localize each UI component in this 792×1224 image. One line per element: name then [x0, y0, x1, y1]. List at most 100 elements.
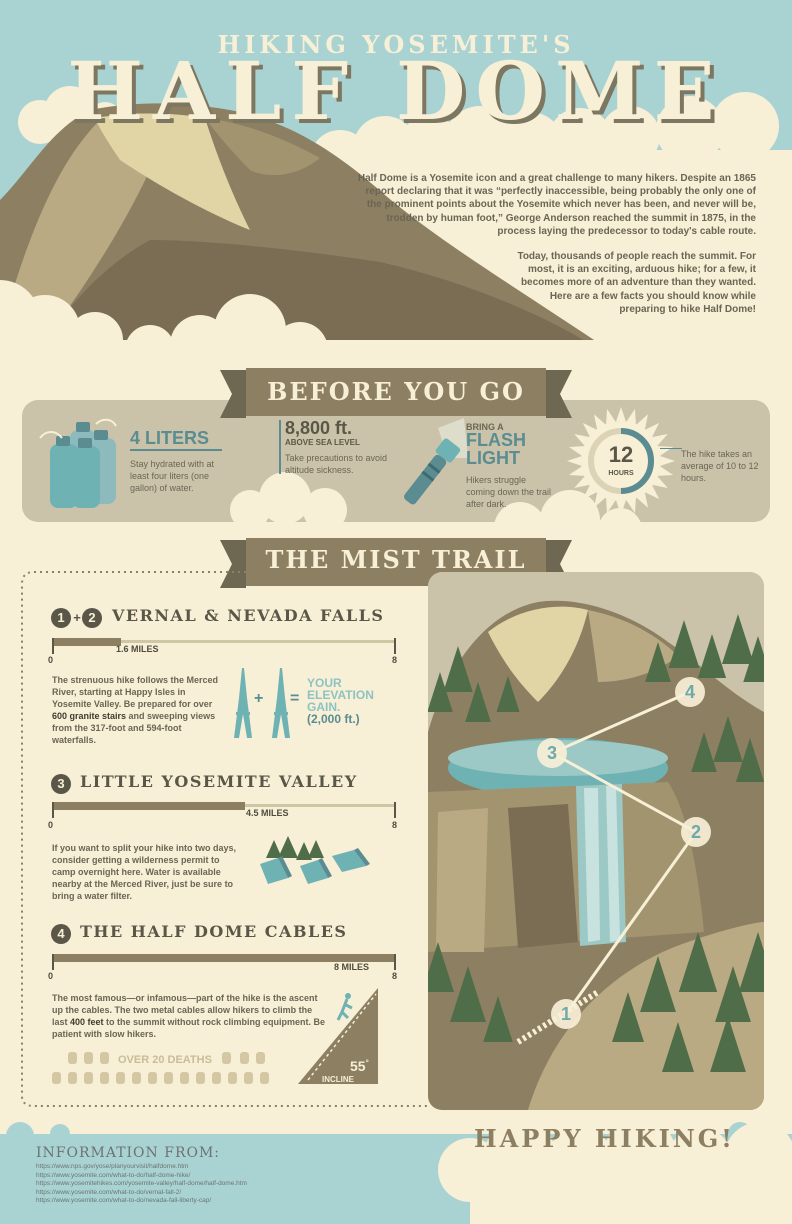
sun-ray — [616, 500, 626, 515]
section-1-scale-max: 8 — [392, 655, 398, 665]
section-3-tick-end — [394, 954, 396, 970]
source-link[interactable]: https://www.yosemitehikes.com/yosemite-v… — [36, 1180, 396, 1189]
source-link[interactable]: https://www.yosemite.com/what-to-do/half… — [36, 1172, 396, 1181]
flashlight-icon — [404, 418, 468, 505]
section-1-text-a: The strenuous hike follows the Merced Ri… — [52, 675, 219, 709]
sources-list: https://www.nps.gov/yose/planyourvisit/h… — [36, 1163, 396, 1206]
section-1-text: The strenuous hike follows the Merced Ri… — [52, 674, 227, 746]
section-3-scale-max: 8 — [392, 971, 398, 981]
sun-ray — [626, 498, 636, 514]
section-1-tick-start — [52, 638, 54, 654]
deaths-label: OVER 20 DEATHS — [118, 1054, 212, 1066]
before-you-go-banner: BEFORE YOU GO — [267, 377, 525, 406]
altitude-sub: ABOVE SEA LEVEL — [285, 438, 360, 447]
sun-ray — [606, 408, 616, 424]
flashlight-title-1: FLASH — [466, 430, 526, 450]
section-1-tick-end — [394, 638, 396, 654]
hours-value: 12 — [608, 442, 634, 467]
hours-leader-line — [660, 448, 682, 449]
section-1-number-a: 1 — [57, 610, 65, 625]
trail-marker-label: 3 — [547, 743, 557, 763]
sun-ray — [567, 456, 582, 466]
tombstone — [180, 1072, 189, 1084]
sun-ray — [568, 446, 584, 456]
incline-value: 55° — [350, 1058, 369, 1074]
intro-text: Half Dome is a Yosemite icon and a great… — [352, 172, 756, 328]
section-3-text-highlight: 400 feet — [70, 1017, 104, 1027]
section-3-title: THE HALF DOME CABLES — [80, 922, 348, 941]
tombstone — [148, 1072, 157, 1084]
trail-marker: 2 — [681, 817, 711, 847]
trail-marker-label: 1 — [561, 1004, 571, 1024]
hours-unit: HOURS — [608, 470, 634, 477]
water-bottles-icon — [39, 418, 117, 508]
section-3-bar-fill — [52, 954, 396, 962]
trail-marker: 4 — [675, 677, 705, 707]
section-2-distance-bar — [52, 802, 396, 818]
section-1-title: VERNAL & NEVADA FALLS — [112, 606, 385, 625]
tombstone — [260, 1072, 269, 1084]
tombstone — [84, 1072, 93, 1084]
water-divider — [130, 449, 222, 451]
infographic-page: HIKING YOSEMITE'S HALF DOME Half Dome is… — [0, 0, 792, 1224]
water-title: 4 LITERS — [130, 428, 210, 448]
section-2-number: 3 — [57, 776, 65, 791]
elevation-equals: = — [290, 690, 300, 707]
altitude-divider — [279, 420, 281, 474]
happy-hiking: HAPPY HIKING! — [474, 1124, 735, 1153]
section-2-tick-start — [52, 802, 54, 818]
source-link[interactable]: https://www.yosemite.com/what-to-do/vern… — [36, 1189, 396, 1198]
incline-degree: ° — [365, 1058, 369, 1068]
tombstone — [52, 1072, 61, 1084]
elevation-line-4: (2,000 ft.) — [307, 712, 360, 726]
sun-ray — [616, 407, 626, 422]
section-3-number: 4 — [57, 926, 65, 941]
altitude-value: 8,800 ft. — [285, 418, 353, 438]
section-1-miles: 1.6 MILES — [116, 644, 159, 654]
incline-number: 55 — [350, 1058, 366, 1074]
sun-ray — [626, 408, 636, 424]
sun-ray — [606, 498, 616, 514]
source-link[interactable]: https://www.nps.gov/yose/planyourvisit/h… — [36, 1163, 396, 1172]
section-1-scale-min: 0 — [48, 655, 54, 665]
trail-marker-label: 2 — [691, 822, 701, 842]
section-3-scale-min: 0 — [48, 971, 54, 981]
sun-ray — [658, 466, 674, 476]
tombstone — [228, 1072, 237, 1084]
water-text: Stay hydrated with at least four liters … — [130, 459, 215, 493]
sources-title: INFORMATION FROM: — [36, 1145, 221, 1161]
section-2-tick-end — [394, 802, 396, 818]
header-title: HALF DOME — [67, 44, 725, 138]
sun-ray — [660, 456, 675, 466]
tombstone — [100, 1072, 109, 1084]
elevation-plus: + — [254, 690, 264, 707]
source-link[interactable]: https://www.yosemite.com/what-to-do/neva… — [36, 1197, 396, 1206]
section-2-scale-min: 0 — [48, 820, 54, 830]
tombstone — [68, 1072, 77, 1084]
section-1-distance-bar — [52, 638, 396, 654]
trail-marker: 3 — [537, 738, 567, 768]
trail-map-illustration: 1 2 3 4 — [428, 572, 764, 1110]
altitude-text: Take precautions to avoid altitude sickn… — [285, 453, 388, 475]
tombstone — [116, 1072, 125, 1084]
flashlight-text: Hikers struggle coming down the trail af… — [466, 475, 552, 509]
section-1-bar-fill — [52, 638, 121, 646]
section-3-miles: 8 MILES — [334, 962, 370, 972]
section-1-number-b: 2 — [88, 610, 96, 625]
flashlight-title-2: LIGHT — [466, 448, 520, 468]
section-2-title: LITTLE YOSEMITE VALLEY — [80, 772, 358, 791]
intro-paragraph-2: Today, thousands of people reach the sum… — [517, 251, 756, 315]
tombstone — [132, 1072, 141, 1084]
trail-marker: 1 — [551, 999, 581, 1029]
section-2-text: If you want to split your hike into two … — [52, 843, 237, 901]
sun-ray — [568, 466, 584, 476]
section-2-miles: 4.5 MILES — [246, 808, 289, 818]
tombstone — [244, 1072, 253, 1084]
tombstone — [164, 1072, 173, 1084]
camp-tents-icon — [260, 836, 370, 884]
incline-icon — [298, 988, 378, 1084]
incline-label: INCLINE — [322, 1075, 354, 1084]
section-2-scale-max: 8 — [392, 820, 398, 830]
trail-marker-label: 4 — [685, 682, 695, 702]
section-3-text: The most famous—or infamous—part of the … — [52, 992, 328, 1040]
